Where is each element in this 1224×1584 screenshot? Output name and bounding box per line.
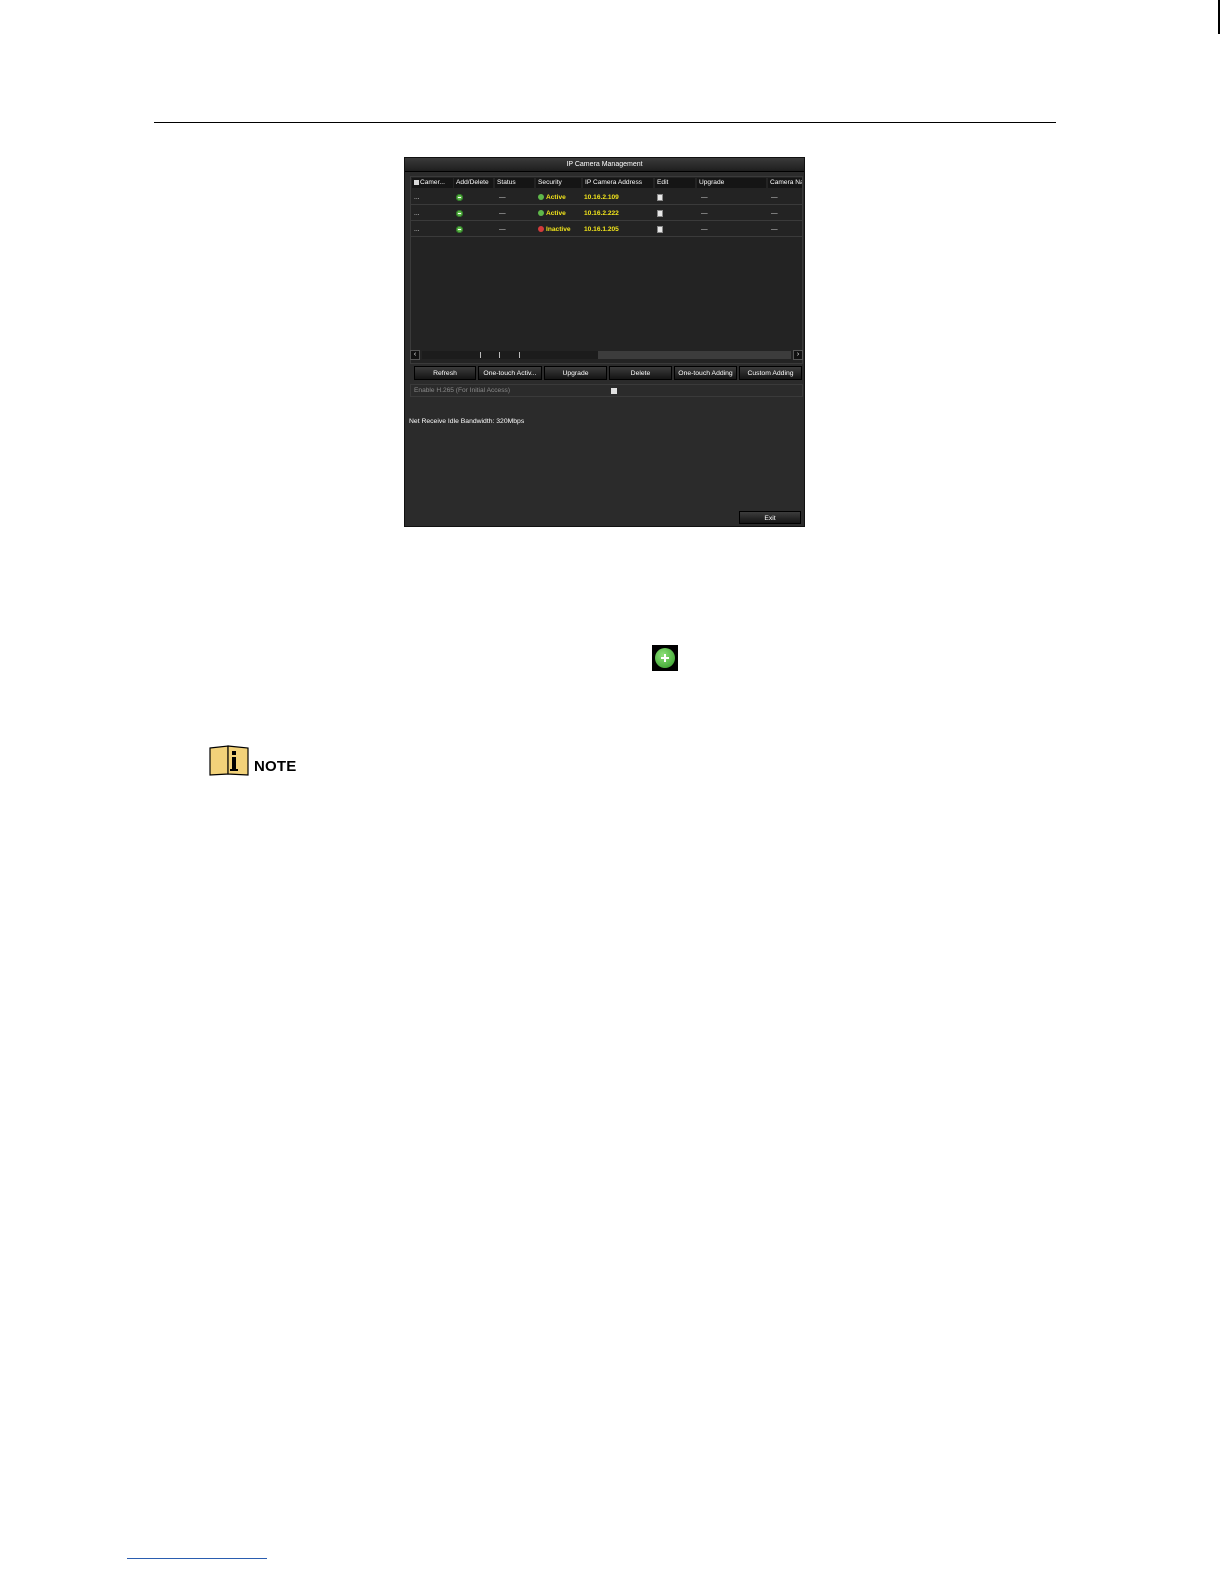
header-rule — [154, 122, 1056, 123]
add-icon[interactable] — [456, 226, 463, 233]
add-icon[interactable] — [456, 194, 463, 201]
column-edit[interactable]: Edit — [655, 178, 695, 188]
upgrade-cell: — — [701, 210, 708, 217]
ip-address-cell: 10.16.1.205 — [584, 226, 619, 233]
scroll-left-icon[interactable]: ‹ — [410, 350, 420, 360]
horizontal-scrollbar[interactable]: ‹ › — [410, 350, 803, 360]
column-ip-address[interactable]: IP Camera Address — [583, 178, 653, 188]
camera-name-cell: — — [771, 210, 778, 217]
warning-icon — [538, 226, 544, 233]
edit-icon[interactable] — [657, 226, 663, 233]
note-label: NOTE — [254, 758, 297, 775]
ip-address-cell: 10.16.2.109 — [584, 194, 619, 201]
upgrade-cell: — — [701, 226, 708, 233]
page-edge-mark — [1218, 0, 1220, 34]
bandwidth-text: Net Receive Idle Bandwidth: 320Mbps — [409, 418, 525, 425]
refresh-button[interactable]: Refresh — [414, 366, 476, 380]
custom-adding-button[interactable]: Custom Adding — [739, 366, 802, 380]
scroll-tick — [499, 352, 500, 358]
upgrade-button[interactable]: Upgrade — [544, 366, 607, 380]
delete-button[interactable]: Delete — [609, 366, 672, 380]
one-touch-activate-button[interactable]: One-touch Activ... — [478, 366, 542, 380]
camera-cell: ... — [414, 226, 420, 233]
add-camera-icon — [652, 645, 678, 671]
camera-name-cell: — — [771, 226, 778, 233]
scroll-thumb[interactable] — [422, 351, 598, 359]
scroll-tick — [519, 352, 520, 358]
camera-cell: ... — [414, 210, 420, 217]
h265-option-row: Enable H.265 (For Initial Access) — [410, 384, 803, 397]
camera-name-cell: — — [771, 194, 778, 201]
column-upgrade[interactable]: Upgrade — [697, 178, 766, 188]
security-cell: Active — [538, 190, 566, 205]
book-info-icon — [209, 745, 249, 776]
column-add-delete[interactable]: Add/Delete — [454, 178, 493, 188]
scroll-right-icon[interactable]: › — [793, 350, 803, 360]
table-header: Camer... Add/Delete Status Security IP C… — [411, 177, 802, 188]
status-cell: — — [499, 194, 506, 201]
camera-table: Camer... Add/Delete Status Security IP C… — [410, 176, 803, 364]
h265-checkbox[interactable] — [611, 388, 617, 394]
check-icon — [538, 194, 544, 201]
scroll-tick — [480, 352, 481, 358]
one-touch-adding-button[interactable]: One-touch Adding — [674, 366, 737, 380]
table-row[interactable]: ... — Inactive 10.16.1.205 — — — [411, 222, 802, 237]
column-camera-name[interactable]: Camera Na — [768, 178, 802, 188]
status-cell: — — [499, 210, 506, 217]
table-row[interactable]: ... — Active 10.16.2.222 — — — [411, 206, 802, 221]
column-camera[interactable]: Camer... — [412, 178, 453, 188]
check-icon — [538, 210, 544, 217]
column-status[interactable]: Status — [495, 178, 534, 188]
upgrade-cell: — — [701, 194, 708, 201]
security-cell: Inactive — [538, 222, 571, 237]
ip-address-cell: 10.16.2.222 — [584, 210, 619, 217]
h265-label: Enable H.265 (For Initial Access) — [414, 387, 511, 394]
edit-icon[interactable] — [657, 194, 663, 201]
security-cell: Active — [538, 206, 566, 221]
dialog-title: IP Camera Management — [405, 158, 804, 172]
scroll-track[interactable] — [422, 351, 791, 359]
column-security[interactable]: Security — [536, 178, 581, 188]
exit-button[interactable]: Exit — [739, 511, 801, 524]
edit-icon[interactable] — [657, 210, 663, 217]
footer-link-underline[interactable] — [127, 1558, 267, 1559]
camera-cell: ... — [414, 194, 420, 201]
status-cell: — — [499, 226, 506, 233]
table-row[interactable]: ... — Active 10.16.2.109 — — — [411, 190, 802, 205]
add-icon[interactable] — [456, 210, 463, 217]
ip-camera-management-dialog: IP Camera Management Camer... Add/Delete… — [404, 157, 805, 527]
select-all-checkbox[interactable] — [414, 179, 419, 185]
